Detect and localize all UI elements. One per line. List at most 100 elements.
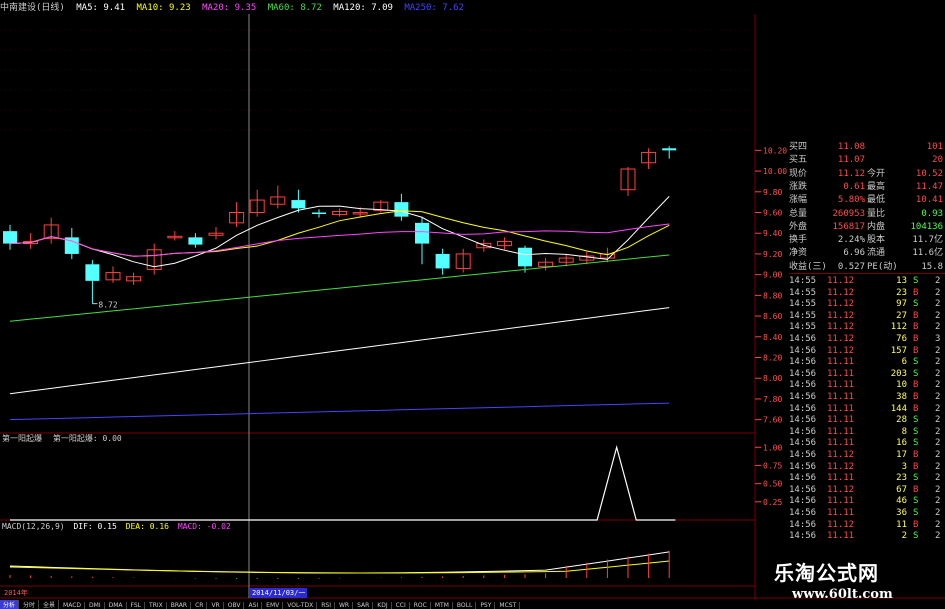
quote-val: 156817	[832, 221, 865, 232]
macd-label-row: MACD(12,26,9) DIF: 0.15 DEA: 0.16 MACD: …	[2, 522, 231, 531]
quote-lab: 总量	[789, 208, 808, 219]
quote-row: 现价 11.12 今开 10.52	[755, 167, 945, 181]
ma120-label: MA120: 7.09	[333, 3, 393, 13]
quote-row: 换手 2.24% 股本 11.7亿	[755, 233, 945, 247]
quote-val2: 10.41	[915, 195, 943, 206]
quote-val: 260953	[832, 208, 865, 219]
candle-down[interactable]	[435, 253, 450, 269]
candle-down[interactable]	[518, 247, 532, 267]
quote-val2: 0.93	[921, 208, 943, 219]
indicator-tab[interactable]: MACD	[60, 602, 86, 609]
indicator-tab[interactable]: PSY	[477, 602, 496, 609]
quote-val2: 101	[926, 142, 943, 152]
indicator-tab[interactable]: EMV	[263, 602, 284, 609]
cursor-date-label: 2014/11/03/一	[250, 588, 308, 598]
indicator-tab[interactable]: SAR	[354, 602, 374, 609]
candle-down[interactable]	[291, 200, 306, 209]
ma10-line	[9, 210, 670, 257]
indicator-tab[interactable]: MTM	[432, 602, 453, 609]
indicator-tab[interactable]: ASI	[245, 602, 263, 609]
candle-down[interactable]	[3, 231, 17, 244]
indicator-tab[interactable]: TRIX	[146, 602, 167, 609]
quote-row: 净资 6.96 流通 11.6亿	[755, 246, 945, 260]
ma250-label: MA250: 7.62	[404, 3, 464, 13]
quote-row: 收益(三) 0.527 PE(动) 15.8	[755, 260, 945, 274]
watermark-title: 乐淘公式网	[774, 561, 879, 585]
indicator-tab[interactable]: KDJ	[374, 602, 392, 609]
indicator-tab[interactable]: CCI	[393, 602, 410, 609]
quote-lab2: PE(动)	[867, 261, 898, 272]
indicator-tab[interactable]: OBV	[225, 602, 245, 609]
dif-label: DIF: 0.15	[73, 522, 117, 531]
candle-down[interactable]	[312, 212, 326, 215]
indicator-tab[interactable]: ROC	[411, 602, 431, 609]
macd-label: MACD: -0.02	[177, 522, 231, 531]
quote-val: 11.07	[837, 155, 865, 166]
ma5-label: MA5: 9.41	[76, 3, 126, 13]
quote-lab: 外盘	[789, 221, 808, 232]
quote-panel: 买四 11.08 101 买五 11.07 20 现价 11.12 今开 10.52 涨跌 0.61 最…	[755, 140, 945, 545]
ma60-line	[9, 254, 670, 322]
macd-title: MACD(12,26,9)	[2, 522, 65, 531]
quote-lab: 买四	[789, 142, 808, 152]
stock-title[interactable]: 中南建设(日线)	[0, 3, 65, 13]
quote-row: 涨幅 5.80% 最低 10.41	[755, 193, 945, 207]
ma120-line	[9, 307, 670, 395]
quote-lab2: 股本	[867, 235, 886, 246]
indicator-tab[interactable]: VR	[208, 602, 224, 609]
quote-val2: 104136	[910, 221, 943, 232]
qb-value: 第一阳起爆: 0.00	[52, 434, 122, 443]
indicator-tab[interactable]: 分析	[0, 600, 20, 609]
indicator-tab[interactable]: FSL	[128, 602, 146, 609]
watermark: 乐淘公式网 www.60lt.com	[760, 555, 945, 609]
indicator-tabs: 分析 分时 全景 MACD DMI DMA FSL TRIX BRAR CR VR OBV ASI EMV…	[0, 600, 760, 609]
candle-down[interactable]	[394, 202, 409, 217]
quote-val2: 20	[932, 155, 943, 166]
quote-lab: 现价	[789, 168, 808, 179]
indicator-tab[interactable]: 全景	[40, 600, 60, 609]
indicator-tab[interactable]: BRAR	[168, 602, 192, 609]
tick-n: 2	[935, 531, 941, 542]
date-axis: 2014年 2014/11/03/一	[0, 588, 760, 599]
quote-lab: 涨跌	[789, 181, 808, 192]
tick-t: 14:56	[789, 531, 817, 542]
indicator-tab[interactable]: RSI	[318, 602, 335, 609]
quote-val: 11.08	[837, 142, 865, 152]
tick-s: S	[913, 531, 919, 542]
ma20-label: MA20: 9.35	[202, 3, 257, 13]
indicator-tab[interactable]: MCST	[496, 602, 521, 609]
quote-val: 0.61	[843, 181, 865, 192]
ma20-line	[9, 223, 670, 257]
candle-down[interactable]	[188, 237, 203, 245]
indicator-tab[interactable]: WR	[336, 602, 354, 609]
quote-val: 5.80%	[837, 195, 865, 206]
quote-val2: 15.8	[921, 261, 943, 272]
indicator-tab[interactable]: BOLL	[454, 602, 477, 609]
quote-val2: 11.6亿	[912, 248, 943, 259]
ma10-label: MA10: 9.23	[136, 3, 191, 13]
quote-row: 涨跌 0.61 最高 11.47	[755, 180, 945, 194]
indicator-header: 中南建设(日线) MA5: 9.41 MA10: 9.23 MA20: 9.35…	[0, 0, 945, 14]
indicator-label-qb: 第一阳起爆 第一阳起爆: 0.00	[2, 433, 122, 444]
indicator-tab[interactable]: 分时	[20, 600, 40, 609]
candle-down[interactable]	[415, 222, 429, 244]
indicator-tab[interactable]: CR	[192, 602, 208, 609]
indicator-tab[interactable]: VOL-TDX	[284, 602, 318, 609]
quote-lab2: 今开	[867, 168, 886, 179]
low-price-label: 8.72	[98, 301, 117, 310]
quote-lab2: 内盘	[867, 221, 886, 232]
quote-divider	[789, 273, 945, 274]
quote-lab: 买五	[789, 155, 808, 166]
indicator-tab[interactable]: DMI	[86, 602, 105, 609]
year-label: 2014年	[4, 589, 28, 597]
indicator-tab[interactable]: DMA	[106, 602, 127, 609]
watermark-url: www.60lt.com	[792, 587, 893, 602]
tick-p: 11.11	[827, 531, 855, 542]
qb-line	[10, 444, 676, 521]
quote-row: 总量 260953 量比 0.93	[755, 207, 945, 221]
quote-lab: 换手	[789, 235, 808, 246]
candle-down[interactable]	[85, 264, 100, 281]
candle-down[interactable]	[662, 148, 677, 151]
quote-val2: 11.47	[915, 181, 943, 192]
quote-lab: 涨幅	[789, 195, 808, 206]
